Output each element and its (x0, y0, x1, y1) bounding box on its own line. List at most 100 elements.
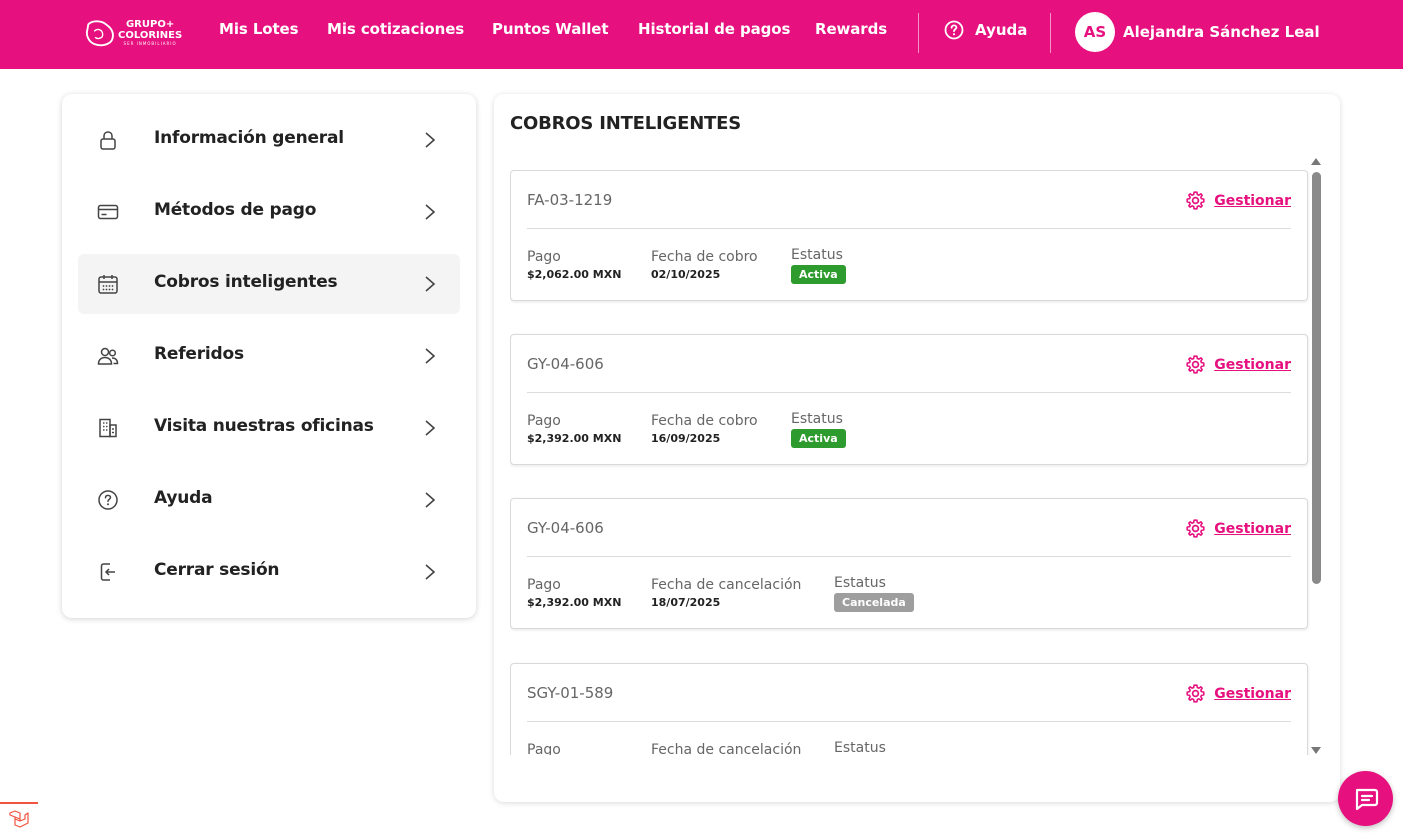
manage-label: Gestionar (1214, 356, 1291, 373)
sidebar-item-visita-oficinas[interactable]: Visita nuestras oficinas (78, 398, 460, 458)
cobro-card: GY-04-606 Gestionar Pago $2,392.00 MXN F… (510, 498, 1308, 629)
lot-code: GY-04-606 (527, 355, 604, 373)
cobro-card: SGY-01-589 Gestionar Pago Fecha de cance… (510, 663, 1308, 755)
account-sidebar: Información general Métodos de pago Cobr… (62, 94, 476, 618)
brand-line-2: COLORINES (118, 30, 183, 41)
chevron-right-icon (425, 276, 436, 292)
card-divider (527, 392, 1291, 393)
nav-puntos-wallet[interactable]: Puntos Wallet (492, 20, 609, 38)
status-badge: Activa (791, 429, 846, 448)
sidebar-item-label: Ayuda (154, 488, 213, 508)
card-divider (527, 228, 1291, 229)
sidebar-item-cerrar-sesion[interactable]: Cerrar sesión (78, 542, 460, 602)
sidebar-item-label: Visita nuestras oficinas (154, 416, 374, 436)
manage-button[interactable]: Gestionar (1185, 190, 1291, 211)
nav-mis-cotizaciones[interactable]: Mis cotizaciones (327, 20, 464, 38)
payment-label: Pago (527, 413, 561, 429)
cobros-panel: COBROS INTELIGENTES FA-03-1219 Gestionar… (494, 94, 1340, 802)
sidebar-item-label: Métodos de pago (154, 200, 317, 220)
sidebar-item-label: Referidos (154, 344, 244, 364)
lot-code: SGY-01-589 (527, 684, 614, 702)
status-label: Estatus (834, 575, 886, 591)
card-divider (527, 556, 1291, 557)
status-label: Estatus (834, 740, 886, 755)
credit-card-icon (97, 204, 119, 220)
sidebar-item-label: Cerrar sesión (154, 560, 280, 580)
calendar-icon (98, 275, 118, 294)
manage-label: Gestionar (1214, 520, 1291, 537)
nav-historial-de-pagos[interactable]: Historial de pagos (638, 20, 790, 38)
brand-tagline: SER INMOBILIARIO (123, 41, 177, 46)
sidebar-item-label: Información general (154, 128, 344, 148)
laravel-icon (9, 810, 29, 828)
gear-icon (1186, 684, 1205, 703)
scrollbar[interactable] (1306, 158, 1326, 754)
sidebar-item-ayuda[interactable]: Ayuda (78, 470, 460, 530)
nav-help[interactable]: Ayuda (944, 20, 1027, 40)
date-label: Fecha de cobro (651, 413, 758, 429)
cobro-card: GY-04-606 Gestionar Pago $2,392.00 MXN F… (510, 334, 1308, 465)
chevron-right-icon (425, 564, 436, 580)
brand-wordmark: GRUPO+ COLORINES SER INMOBILIARIO (118, 19, 182, 47)
sidebar-item-referidos[interactable]: Referidos (78, 326, 460, 386)
gear-icon (1186, 519, 1205, 538)
nav-divider (1050, 13, 1051, 53)
payment-value: $2,062.00 MXN (527, 268, 622, 281)
date-value: 16/09/2025 (651, 432, 721, 445)
payment-value: $2,392.00 MXN (527, 432, 622, 445)
help-circle-icon (98, 490, 118, 510)
dev-toolbar-toggle[interactable] (0, 802, 38, 836)
nav-divider (918, 13, 919, 53)
date-value: 18/07/2025 (651, 596, 721, 609)
building-icon (99, 418, 117, 438)
sidebar-item-metodos-de-pago[interactable]: Métodos de pago (78, 182, 460, 242)
manage-button[interactable]: Gestionar (1185, 518, 1291, 539)
lot-code: FA-03-1219 (527, 191, 613, 209)
scroll-down-arrow-icon[interactable] (1311, 747, 1321, 754)
date-label: Fecha de cancelación (651, 577, 802, 593)
sidebar-item-label: Cobros inteligentes (154, 272, 338, 292)
top-navbar: GRUPO+ COLORINES SER INMOBILIARIO Mis Lo… (0, 0, 1403, 69)
brand-logo[interactable]: GRUPO+ COLORINES SER INMOBILIARIO (84, 13, 188, 53)
scroll-thumb[interactable] (1312, 172, 1321, 584)
scroll-up-arrow-icon[interactable] (1311, 158, 1321, 165)
manage-label: Gestionar (1214, 685, 1291, 702)
payment-label: Pago (527, 577, 561, 593)
manage-button[interactable]: Gestionar (1185, 354, 1291, 375)
status-badge: Cancelada (834, 593, 914, 612)
date-value: 02/10/2025 (651, 268, 721, 281)
avatar: AS (1075, 12, 1115, 52)
nav-help-label: Ayuda (975, 21, 1028, 39)
lot-code: GY-04-606 (527, 519, 604, 537)
status-badge: Activa (791, 265, 846, 284)
users-icon (97, 347, 119, 365)
manage-button[interactable]: Gestionar (1185, 683, 1291, 704)
nav-mis-lotes[interactable]: Mis Lotes (219, 20, 299, 38)
nav-rewards[interactable]: Rewards (815, 20, 887, 38)
chat-icon (1355, 788, 1378, 810)
date-label: Fecha de cancelación (651, 742, 802, 755)
help-circle-icon (944, 20, 964, 40)
chevron-right-icon (425, 492, 436, 508)
cobro-card: FA-03-1219 Gestionar Pago $2,062.00 MXN … (510, 170, 1308, 301)
lock-icon (100, 131, 116, 150)
sidebar-item-cobros-inteligentes[interactable]: Cobros inteligentes (78, 254, 460, 314)
status-label: Estatus (791, 411, 843, 427)
chevron-right-icon (425, 204, 436, 220)
brand-line-1: GRUPO+ (125, 19, 175, 30)
payment-value: $2,392.00 MXN (527, 596, 622, 609)
user-menu[interactable]: AS Alejandra Sánchez Leal (1075, 12, 1320, 52)
card-divider (527, 721, 1291, 722)
user-name: Alejandra Sánchez Leal (1123, 23, 1320, 41)
payment-label: Pago (527, 742, 561, 755)
chevron-right-icon (425, 420, 436, 436)
status-label: Estatus (791, 247, 843, 263)
cobros-list[interactable]: FA-03-1219 Gestionar Pago $2,062.00 MXN … (510, 170, 1310, 755)
logout-icon (100, 563, 115, 581)
chat-button[interactable] (1338, 771, 1393, 826)
gear-icon (1186, 355, 1205, 374)
payment-label: Pago (527, 249, 561, 265)
gear-icon (1186, 191, 1205, 210)
sidebar-item-informacion-general[interactable]: Información general (78, 110, 460, 170)
chevron-right-icon (425, 348, 436, 364)
